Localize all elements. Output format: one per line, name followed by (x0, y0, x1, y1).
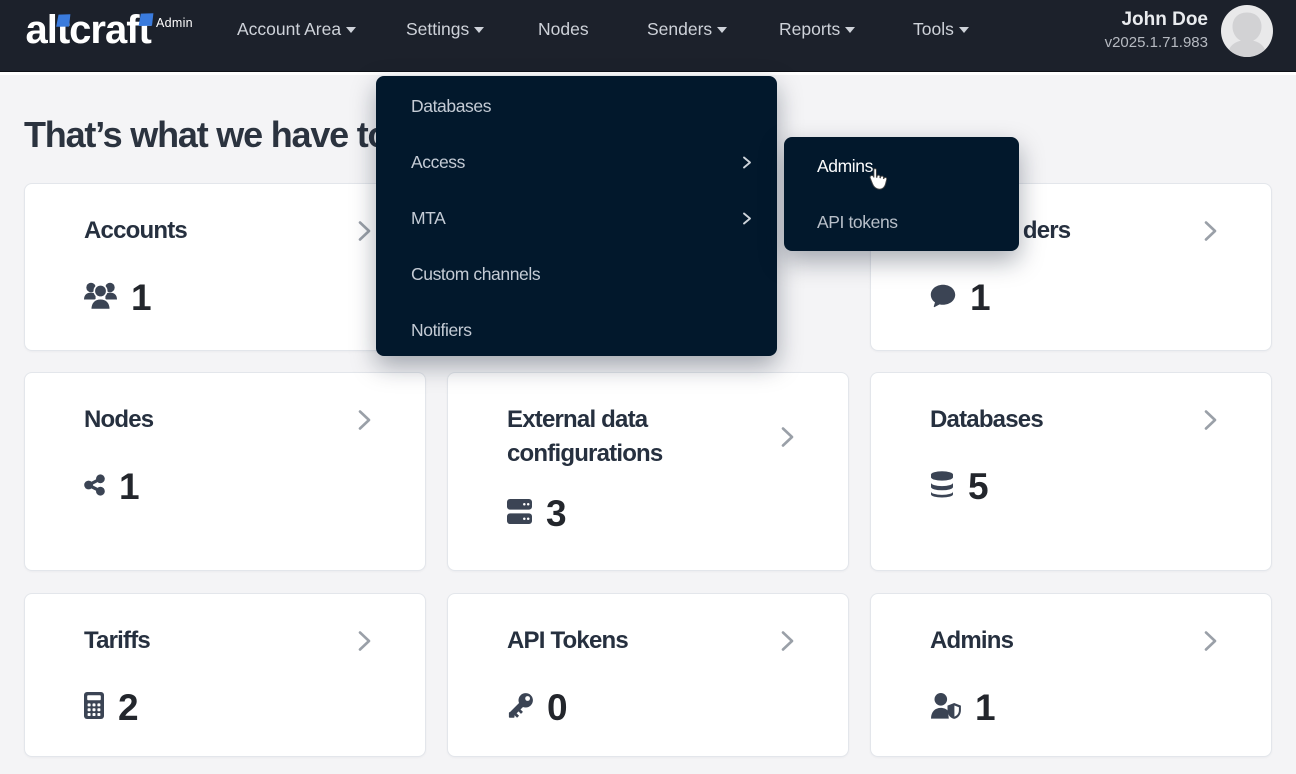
svg-text:altcraft: altcraft (26, 8, 152, 52)
svg-text:Admin: Admin (156, 16, 193, 30)
